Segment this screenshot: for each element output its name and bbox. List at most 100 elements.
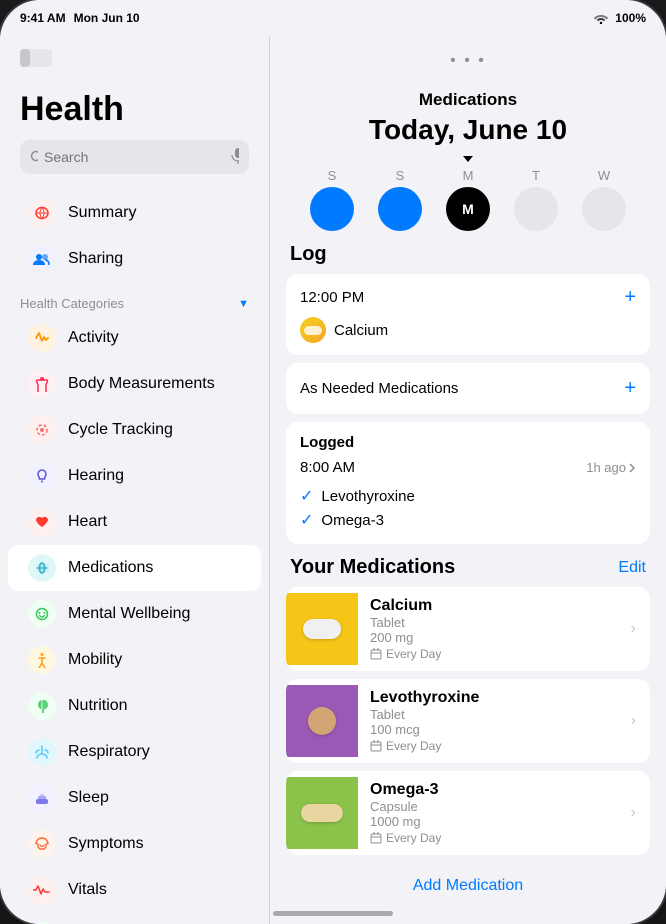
log-card-noon: 12:00 PM + Calcium (286, 274, 650, 355)
calcium-thumbnail (286, 593, 358, 665)
levo-info: Levothyroxine Tablet 100 mcg Every Day (358, 679, 631, 763)
page-title: Medications (290, 74, 646, 110)
mobility-icon (28, 646, 56, 674)
date: Mon Jun 10 (74, 11, 140, 25)
calcium-log-icon (300, 317, 326, 343)
med-card-omega[interactable]: Omega-3 Capsule 1000 mg Every Day (286, 771, 650, 855)
hearing-icon (28, 462, 56, 490)
sidebar-item-activity[interactable]: Activity (8, 315, 261, 361)
day-s2[interactable]: S (378, 168, 422, 231)
logged-ago: 1h ago (586, 460, 636, 475)
omega-pill-img (301, 804, 343, 822)
app-title: Health (20, 91, 249, 128)
logged-title: Logged (300, 434, 636, 451)
sidebar-label-sharing: Sharing (68, 250, 123, 268)
sidebar-item-hearing[interactable]: Hearing (8, 453, 261, 499)
sidebar-toggle-icon[interactable] (20, 46, 52, 70)
body-icon (28, 370, 56, 398)
sidebar-nav: Summary Sharing Health Cat (0, 182, 269, 924)
as-needed-label: As Needed Medications (300, 380, 458, 397)
sidebar-label-vitals: Vitals (68, 881, 107, 899)
calendar-icon-levo (370, 740, 382, 752)
logged-levo: ✓ Levothyroxine (300, 484, 636, 508)
categories-header: Health Categories ▼ (0, 282, 269, 315)
home-indicator (273, 911, 393, 916)
mic-icon (231, 148, 239, 166)
status-bar: 9:41 AM Mon Jun 10 100% (0, 0, 666, 36)
sidebar-header: Health (0, 75, 269, 182)
sidebar-item-heart[interactable]: Heart (8, 499, 261, 545)
sidebar-label-symptoms: Symptoms (68, 835, 144, 853)
sidebar-item-cycle[interactable]: Cycle Tracking (8, 407, 261, 453)
sidebar-item-mobility[interactable]: Mobility (8, 637, 261, 683)
add-medication-button[interactable]: Add Medication (286, 863, 650, 909)
as-needed-add[interactable]: + (624, 377, 636, 400)
log-section: Log 12:00 PM + Calcium (270, 243, 666, 924)
sidebar-item-respiratory[interactable]: Respiratory (8, 729, 261, 775)
calcium-info: Calcium Tablet 200 mg Every Day (358, 587, 631, 671)
sleep-icon (28, 784, 56, 812)
sidebar-item-body[interactable]: Body Measurements (8, 361, 261, 407)
sidebar-item-medications[interactable]: Medications (8, 545, 261, 591)
your-meds-header: Your Medications Edit (286, 556, 650, 579)
more-dots[interactable]: • • • (450, 52, 486, 69)
levo-thumbnail (286, 685, 358, 757)
calendar-icon-calcium (370, 648, 382, 660)
as-needed-card: As Needed Medications + (286, 363, 650, 414)
sidebar-item-other[interactable]: Other Data (8, 913, 261, 924)
sidebar-item-mental[interactable]: Mental Wellbeing (8, 591, 261, 637)
sidebar-item-sleep[interactable]: Sleep (8, 775, 261, 821)
date-heading: Today, June 10 (290, 114, 646, 146)
mental-icon (28, 600, 56, 628)
sidebar-label-summary: Summary (68, 204, 136, 222)
sidebar-item-sharing[interactable]: Sharing (8, 236, 261, 282)
sidebar-item-nutrition[interactable]: Nutrition (8, 683, 261, 729)
heart-icon (28, 508, 56, 536)
day-s1[interactable]: S (310, 168, 354, 231)
logged-chevron-icon (628, 462, 636, 474)
logged-card: Logged 8:00 AM 1h ago ✓ Levothyroxine (286, 422, 650, 544)
sidebar-label-respiratory: Respiratory (68, 743, 150, 761)
sidebar-item-summary[interactable]: Summary (8, 190, 261, 236)
levo-pill-img (308, 707, 336, 735)
omega-chevron-icon: › (631, 804, 650, 822)
medications-icon (28, 554, 56, 582)
sidebar-label-sleep: Sleep (68, 789, 109, 807)
sidebar-item-symptoms[interactable]: Symptoms (8, 821, 261, 867)
day-t1[interactable]: T (514, 168, 558, 231)
today-indicator (463, 156, 473, 162)
day-w[interactable]: W (582, 168, 626, 231)
cycle-icon (28, 416, 56, 444)
day-m[interactable]: M M (446, 168, 490, 231)
sidebar-label-mental: Mental Wellbeing (68, 605, 190, 623)
check-omega-icon: ✓ (300, 510, 313, 530)
check-levo-icon: ✓ (300, 486, 313, 506)
wifi-icon (593, 12, 609, 24)
calendar-icon-omega (370, 832, 382, 844)
search-icon (30, 150, 38, 164)
sidebar-item-vitals[interactable]: Vitals (8, 867, 261, 913)
vitals-icon (28, 876, 56, 904)
log-add-noon[interactable]: + (624, 286, 636, 309)
sidebar-label-nutrition: Nutrition (68, 697, 128, 715)
summary-icon (28, 199, 56, 227)
sidebar-label-hearing: Hearing (68, 467, 124, 485)
edit-button[interactable]: Edit (618, 559, 646, 577)
calcium-chevron-icon: › (631, 620, 650, 638)
calcium-pill-img (303, 619, 341, 639)
logged-time: 8:00 AM (300, 459, 355, 476)
sidebar-label-cycle: Cycle Tracking (68, 421, 173, 439)
time: 9:41 AM (20, 11, 66, 25)
med-card-calcium[interactable]: Calcium Tablet 200 mg Every Day (286, 587, 650, 671)
sidebar-label-medications: Medications (68, 559, 153, 577)
categories-label: Health Categories (20, 296, 124, 311)
search-input[interactable] (44, 149, 225, 165)
med-card-levo[interactable]: Levothyroxine Tablet 100 mcg Every Day (286, 679, 650, 763)
categories-chevron[interactable]: ▼ (238, 298, 249, 310)
search-bar[interactable] (20, 140, 249, 174)
respiratory-icon (28, 738, 56, 766)
sidebar: Health (0, 36, 270, 924)
content-area: • • • Medications Today, June 10 S S (270, 36, 666, 924)
symptoms-icon (28, 830, 56, 858)
battery: 100% (615, 11, 646, 25)
